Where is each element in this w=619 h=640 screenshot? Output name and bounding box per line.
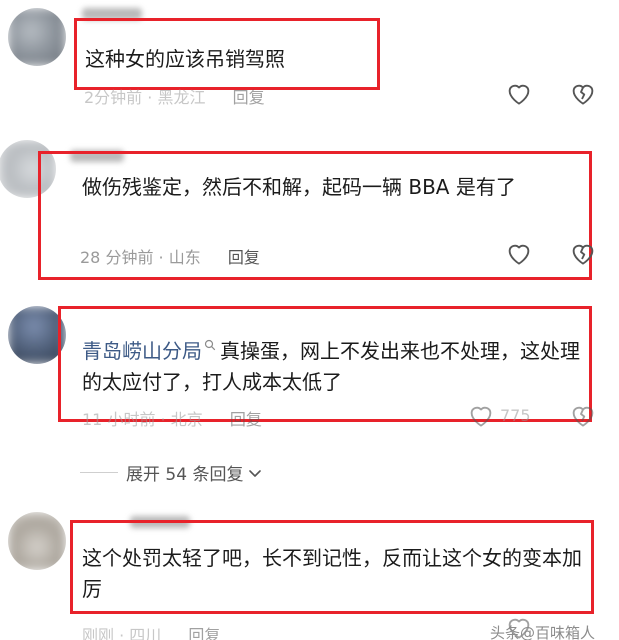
- comment-location: 四川: [129, 626, 162, 640]
- comment-text: 青岛崂山分局 真操蛋，网上不发出来也不处理，这处理的太应付了，打人成本太低了: [82, 336, 582, 398]
- author-name[interactable]: 青岛崂山分局: [82, 339, 202, 363]
- reply-button[interactable]: 回复: [230, 410, 262, 429]
- comment-meta: 2分钟前 · 黑龙江 回复: [84, 84, 265, 108]
- comment-text: 这个处罚太轻了吧，长不到记性，反而让这个女的变本加厉: [82, 546, 582, 601]
- divider: [80, 472, 118, 473]
- comment-text: 这种女的应该吊销驾照: [85, 47, 285, 71]
- broken-heart-icon[interactable]: [568, 238, 598, 268]
- broken-heart-icon[interactable]: [568, 78, 598, 108]
- like-count: 775: [500, 406, 531, 425]
- comment-location: 北京: [170, 410, 203, 429]
- comment-meta: 11 小时前 · 北京 回复: [82, 406, 262, 430]
- reply-button[interactable]: 回复: [228, 248, 260, 267]
- comment-time: 28 分钟前: [80, 248, 154, 267]
- meta-separator: ·: [158, 248, 164, 267]
- meta-separator: ·: [160, 410, 166, 429]
- comment-time: 刚刚: [82, 626, 115, 640]
- expand-replies[interactable]: 展开 54 条回复: [80, 460, 263, 485]
- reply-button[interactable]: 回复: [188, 626, 220, 640]
- avatar[interactable]: [8, 512, 66, 570]
- expand-replies-label[interactable]: 展开 54 条回复: [126, 460, 243, 485]
- comment-location: 山东: [168, 248, 201, 267]
- heart-icon[interactable]: [466, 400, 496, 430]
- watermark: 头条@百味箱人: [490, 624, 596, 640]
- comment-time: 2分钟前: [84, 88, 143, 107]
- heart-icon[interactable]: [504, 238, 534, 268]
- heart-icon[interactable]: [504, 78, 534, 108]
- comment-meta: 刚刚 · 四川 回复: [82, 622, 220, 640]
- comment-location: 黑龙江: [157, 88, 206, 107]
- comment-text: 做伤残鉴定，然后不和解，起码一辆 BBA 是有了: [82, 175, 516, 199]
- reply-button[interactable]: 回复: [233, 88, 265, 107]
- broken-heart-icon[interactable]: [568, 400, 598, 430]
- comment-time: 11 小时前: [82, 410, 156, 429]
- chevron-down-icon[interactable]: [247, 465, 263, 481]
- comment-meta: 28 分钟前 · 山东 回复: [80, 244, 260, 268]
- meta-separator: ·: [119, 626, 125, 640]
- meta-separator: ·: [147, 88, 153, 107]
- search-icon: [204, 339, 216, 351]
- avatar[interactable]: [8, 8, 66, 66]
